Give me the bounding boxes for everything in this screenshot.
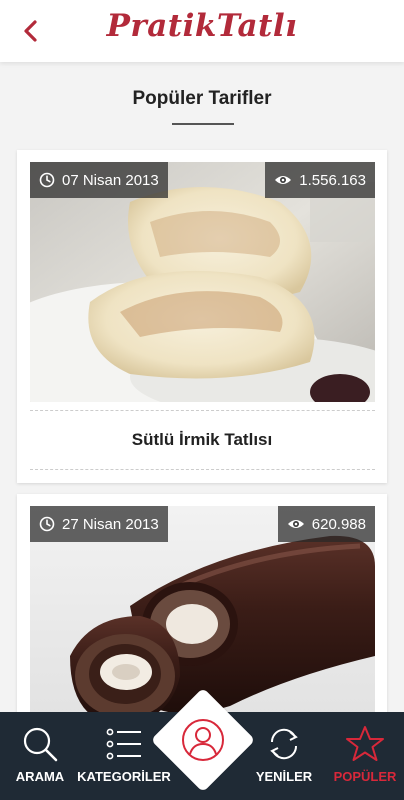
- nav-search[interactable]: ARAMA: [0, 712, 80, 800]
- eye-icon: [275, 176, 292, 184]
- views-badge: 1.556.163: [265, 162, 375, 198]
- recipe-date: 27 Nisan 2013: [62, 515, 159, 533]
- nav-updates[interactable]: YENİLER: [244, 712, 324, 800]
- clock-icon: [39, 516, 55, 532]
- card-divider: [30, 410, 375, 411]
- list-icon: [106, 728, 141, 760]
- recipe-date: 07 Nisan 2013: [62, 171, 159, 189]
- title-divider: [172, 123, 234, 125]
- main-content: Popüler Tarifler 07 Nisan 2013 1.556.163…: [0, 62, 404, 712]
- recipe-name[interactable]: Sütlü İrmik Tatlısı: [17, 430, 387, 450]
- recipe-photo[interactable]: 07 Nisan 2013 1.556.163: [30, 162, 375, 402]
- recipe-card[interactable]: 07 Nisan 2013 1.556.163 Sütlü İrmik Tatl…: [17, 150, 387, 483]
- user-icon: [182, 719, 224, 761]
- refresh-icon: [270, 728, 298, 760]
- star-icon: [346, 726, 384, 761]
- top-bar: PratikTatlı: [0, 0, 404, 62]
- date-badge: 07 Nisan 2013: [30, 162, 168, 198]
- page-title: Popüler Tarifler: [132, 88, 272, 109]
- recipe-views: 620.988: [311, 515, 366, 533]
- recipe-photo[interactable]: 27 Nisan 2013 620.988: [30, 506, 375, 712]
- profile-button-icon[interactable]: [181, 718, 225, 762]
- date-badge: 27 Nisan 2013: [30, 506, 168, 542]
- nav-label: YENİLER: [255, 769, 313, 784]
- clock-icon: [39, 172, 55, 188]
- nav-label: ARAMA: [15, 769, 65, 784]
- recipe-views: 1.556.163: [299, 171, 366, 189]
- card-divider: [30, 469, 375, 470]
- nav-label: KATEGORİLER: [77, 769, 171, 784]
- nav-categories[interactable]: KATEGORİLER: [77, 712, 171, 800]
- eye-icon: [287, 520, 304, 528]
- app-logo: PratikTatlı: [106, 8, 298, 44]
- nav-label: POPÜLER: [333, 769, 397, 784]
- views-badge: 620.988: [277, 506, 375, 542]
- recipe-image: [30, 162, 375, 402]
- recipe-card[interactable]: 27 Nisan 2013 620.988: [17, 494, 387, 712]
- nav-popular[interactable]: POPÜLER: [326, 712, 404, 800]
- search-icon: [23, 727, 58, 762]
